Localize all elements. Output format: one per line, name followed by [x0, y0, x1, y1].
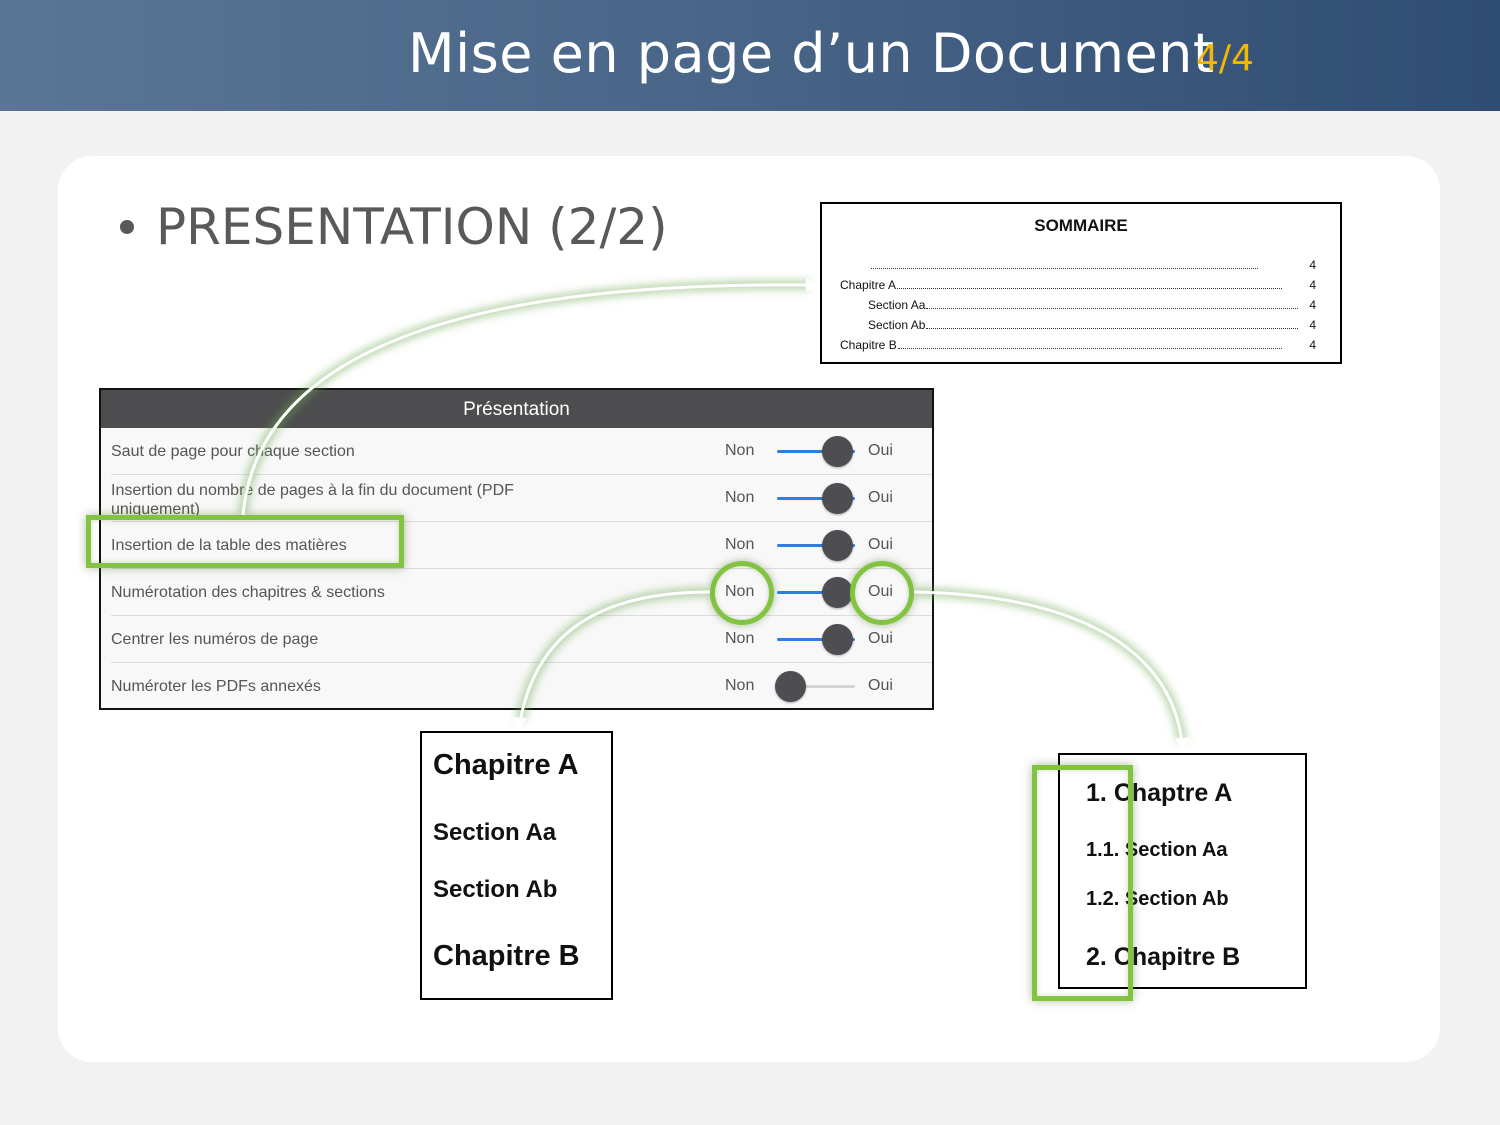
heading-chapter: Chapitre B	[433, 940, 580, 972]
off-label: Non	[725, 630, 755, 647]
toc-entry-page: 4	[1309, 318, 1316, 332]
highlight-oui-circle	[850, 561, 914, 625]
toc-entry-page: 4	[1309, 258, 1316, 272]
toggle-knob[interactable]	[822, 530, 853, 561]
toc-entry-label: Section Ab	[868, 318, 926, 332]
option-row-numbering: Numérotation des chapitres & sections No…	[101, 569, 932, 616]
toggle-knob[interactable]	[822, 436, 853, 467]
option-label: Numéroter les PDFs annexés	[111, 678, 321, 695]
on-label: Oui	[868, 630, 893, 647]
highlight-numbers-column	[1032, 765, 1133, 1001]
off-label: Non	[725, 442, 755, 459]
on-label: Oui	[868, 442, 893, 459]
on-label: Oui	[868, 536, 893, 553]
toc-entry-page: 4	[1309, 338, 1316, 352]
option-row-page-break: Saut de page pour chaque section Non Oui	[101, 428, 932, 475]
title-banner: Mise en page d’un Document 4/4	[0, 0, 1500, 111]
on-label: Oui	[868, 677, 893, 694]
toggle-knob[interactable]	[822, 624, 853, 655]
page-counter: 4/4	[1196, 38, 1254, 79]
option-row-number-annex-pdfs: Numéroter les PDFs annexés Non Oui	[101, 663, 932, 708]
heading-section: Section Ab	[433, 876, 558, 903]
off-label: Non	[725, 677, 755, 694]
toc-entry: Chapitre A 4	[840, 276, 1316, 292]
toggle-knob[interactable]	[822, 577, 853, 608]
highlight-non-circle	[710, 561, 774, 625]
heading-chapter: Chapitre A	[433, 749, 579, 781]
option-label: Numérotation des chapitres & sections	[111, 584, 385, 601]
heading-text: Section Aa	[1124, 839, 1228, 861]
heading-text: Section Ab	[1124, 888, 1229, 910]
highlight-table-of-contents-option	[86, 515, 404, 568]
option-label: Insertion du nombre de pages à la fin du…	[111, 482, 514, 518]
toggle-knob[interactable]	[822, 483, 853, 514]
on-label: Oui	[868, 489, 893, 506]
bullet-icon	[120, 220, 134, 234]
toc-entry: Chapitre B 4	[840, 336, 1316, 352]
panel-title: Présentation	[101, 390, 932, 428]
heading-section: Section Aa	[433, 819, 557, 846]
off-label: Non	[725, 536, 755, 553]
toc-preview: SOMMAIRE 4 Chapitre A 4 Section Aa 4 Secti…	[820, 202, 1342, 364]
toggle-knob[interactable]	[775, 671, 806, 702]
toc-entry-page: 4	[1309, 278, 1316, 292]
toc-title: SOMMAIRE	[1034, 216, 1128, 235]
toc-entry-label: Chapitre B	[840, 338, 897, 352]
option-row-center-page-numbers: Centrer les numéros de page Non Oui	[101, 616, 932, 663]
slide-heading: PRESENTATION (2/2)	[156, 198, 668, 256]
slide-title: Mise en page d’un Document	[408, 22, 1215, 85]
option-label: Centrer les numéros de page	[111, 631, 319, 648]
option-label: Saut de page pour chaque section	[111, 443, 355, 460]
toc-entry: 4	[870, 256, 1316, 272]
toc-entry-label: Section Aa	[868, 298, 926, 312]
off-label: Non	[725, 489, 755, 506]
toc-entry-label: Chapitre A	[840, 278, 897, 292]
toc-entry: Section Ab 4	[868, 316, 1316, 332]
toc-entry-page: 4	[1309, 298, 1316, 312]
toc-entry: Section Aa 4	[868, 296, 1316, 312]
plain-headings-preview: Chapitre A Section Aa Section Ab Chapitr…	[420, 731, 613, 1000]
